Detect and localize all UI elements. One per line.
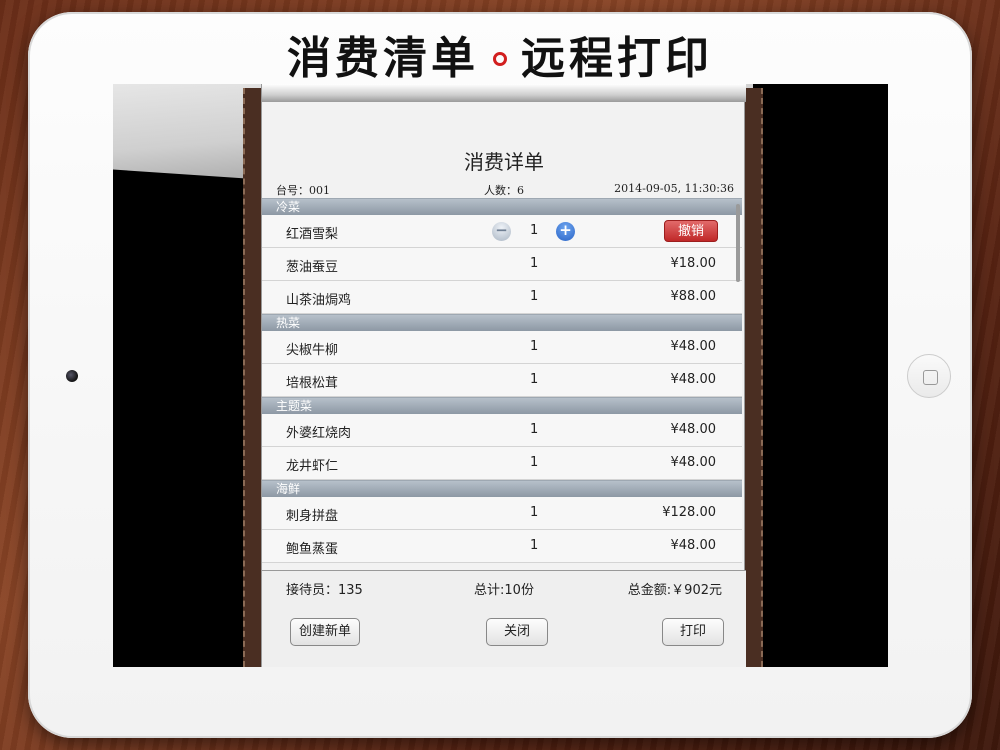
camera-icon (66, 370, 78, 382)
item-name: 龙井虾仁 (286, 459, 339, 474)
item-price: ¥88.00 (670, 289, 717, 304)
undo-button[interactable]: 撤销 (664, 220, 718, 242)
item-price: ¥48.00 (670, 455, 717, 470)
item-quantity: 1 (530, 372, 539, 387)
item-quantity: 1 (530, 256, 539, 271)
item-quantity: 1 (530, 538, 539, 553)
home-button[interactable] (907, 354, 951, 398)
item-price: ¥48.00 (670, 538, 717, 553)
headline-dot-icon (493, 51, 507, 66)
section-header: 热菜 (262, 314, 742, 331)
item-quantity: 1 (530, 223, 539, 238)
item-price: ¥48.00 (670, 372, 717, 387)
print-button[interactable]: 打印 (662, 618, 724, 646)
plus-icon[interactable]: + (556, 222, 575, 241)
item-price: ¥128.00 (662, 505, 716, 520)
bill-footer: 接待员：135 总计:10份 总金额:￥902元 创建新单 关闭 打印 (262, 570, 746, 667)
item-name: 红酒雪梨 (286, 227, 339, 242)
list-item[interactable]: 山茶油焗鸡 1 ¥88.00 (262, 281, 742, 314)
item-price: ¥48.00 (670, 422, 717, 437)
total-amount: 总金额:￥902元 (627, 583, 722, 598)
item-quantity: 1 (530, 455, 539, 470)
headline-left: 消费清单 (287, 33, 479, 84)
list-item[interactable]: 培根松茸 1 ¥48.00 (262, 364, 742, 397)
list-scrollbar[interactable] (736, 204, 740, 282)
minus-icon[interactable]: − (492, 222, 511, 241)
section-header: 冷菜 (262, 198, 742, 215)
order-list[interactable]: 冷菜 红酒雪梨 − +1 撤销 葱油蚕豆 1 ¥18.00 山茶油焗鸡 1 ¥88.00 热菜 尖椒牛柳… (262, 198, 742, 570)
headline: 消费清单 远程打印 (0, 22, 1000, 86)
paper-roller (262, 84, 746, 102)
bill-timestamp: 2014-09-05, 11:30:36 (614, 182, 734, 195)
item-quantity: 1 (530, 422, 539, 437)
item-name: 鲍鱼蒸蛋 (286, 542, 339, 557)
item-name: 培根松茸 (286, 376, 339, 391)
item-quantity: 1 (530, 289, 539, 304)
list-item[interactable]: 龙井虾仁 1 ¥48.00 (262, 447, 742, 480)
headline-right: 远程打印 (521, 33, 713, 84)
bill-title: 消费详单 (464, 150, 544, 174)
list-item[interactable]: 红酒雪梨 − +1 撤销 (262, 215, 742, 248)
section-header: 海鲜 (262, 480, 742, 497)
bill-paper: 消费详单 台号：001 人数：6 2014-09-05, 11:30:36 冷菜… (261, 84, 746, 667)
item-price: ¥18.00 (670, 256, 717, 271)
item-name: 尖椒牛柳 (286, 343, 339, 358)
item-quantity: 1 (530, 339, 539, 354)
list-item[interactable]: 鲍鱼蒸蛋 1 ¥48.00 (262, 530, 742, 563)
item-price: ¥48.00 (670, 339, 717, 354)
list-item[interactable]: 刺身拼盘 1 ¥128.00 (262, 497, 742, 530)
section-header: 主题菜 (262, 397, 742, 414)
item-name: 外婆红烧肉 (286, 426, 352, 441)
item-quantity: 1 (530, 505, 539, 520)
item-name: 刺身拼盘 (286, 509, 339, 524)
create-new-order-button[interactable]: 创建新单 (290, 618, 360, 646)
screen: 消费详单 台号：001 人数：6 2014-09-05, 11:30:36 冷菜… (113, 84, 888, 667)
list-item[interactable]: 尖椒牛柳 1 ¥48.00 (262, 331, 742, 364)
item-name: 葱油蚕豆 (286, 260, 339, 275)
close-button[interactable]: 关闭 (486, 618, 548, 646)
item-name: 山茶油焗鸡 (286, 293, 352, 308)
list-item[interactable]: 葱油蚕豆 1 ¥18.00 (262, 248, 742, 281)
list-item[interactable]: 外婆红烧肉 1 ¥48.00 (262, 414, 742, 447)
